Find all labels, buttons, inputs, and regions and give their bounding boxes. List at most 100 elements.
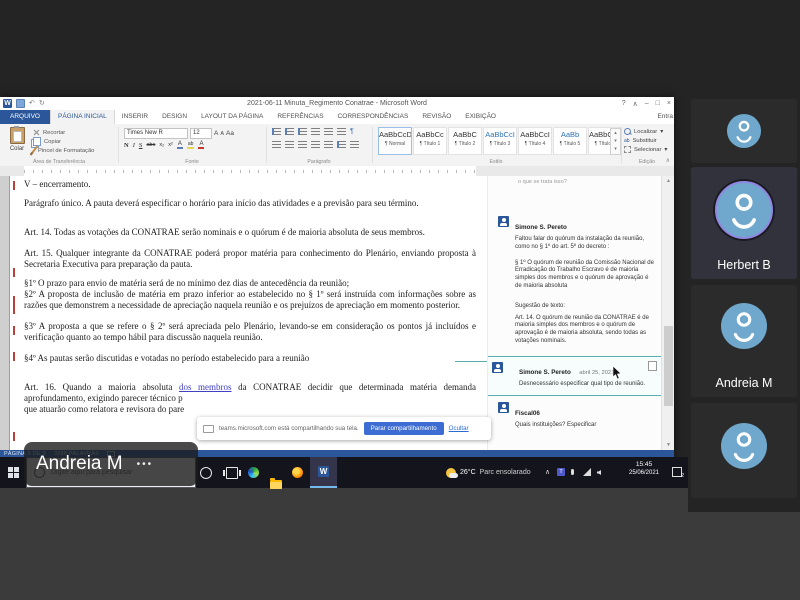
tracked-insertion: dos membros xyxy=(178,382,232,392)
increase-indent-icon[interactable] xyxy=(324,128,333,135)
comment-item[interactable]: Simone S. Pereto Faltou falar do quórum … xyxy=(498,216,656,346)
more-options-icon[interactable]: ••• xyxy=(137,459,154,470)
pilcrow-icon[interactable]: ¶ xyxy=(350,128,354,135)
edge-browser-icon[interactable] xyxy=(248,467,259,478)
participant-tile[interactable] xyxy=(691,403,797,498)
align-left-icon[interactable] xyxy=(272,141,281,148)
style-titulo-1[interactable]: AaBbCc ¶ Título 1 xyxy=(413,127,447,155)
comment-text: Faltou falar do quórum da instalação da … xyxy=(515,236,645,250)
tab-arquivo[interactable]: ARQUIVO xyxy=(0,110,50,124)
justify-icon[interactable] xyxy=(311,141,320,148)
hide-link[interactable]: Ocultar xyxy=(449,425,469,432)
font-group-label: Fonte xyxy=(185,159,199,165)
styles-gallery-scroll[interactable]: ▴ ▾ ▾ xyxy=(610,128,621,155)
document-text[interactable]: V – encerramento. Parágrafo único. A pau… xyxy=(24,179,476,425)
help-button[interactable]: ? xyxy=(622,100,626,107)
ribbon-options-button[interactable]: ∧ xyxy=(633,100,638,108)
style-titulo-4[interactable]: AaBbCcI ¶ Título 4 xyxy=(518,127,552,155)
participant-tile[interactable] xyxy=(691,99,797,163)
font-row: Times New R 12 A A Aa xyxy=(124,128,234,139)
tab-exibicao[interactable]: EXIBIÇÃO xyxy=(458,110,503,124)
cut-button[interactable]: Recortar xyxy=(33,128,94,137)
word-taskbar-icon[interactable]: W xyxy=(310,457,337,488)
tab-layout-da-pagina[interactable]: LAYOUT DA PÁGINA xyxy=(194,110,270,124)
signin-label[interactable]: Entra xyxy=(657,110,674,124)
font-family-select[interactable]: Times New R xyxy=(124,128,188,139)
task-view-button[interactable] xyxy=(223,467,241,479)
action-center-icon[interactable]: 2 xyxy=(672,467,684,479)
tab-pagina-inicial[interactable]: PÁGINA INICIAL xyxy=(49,110,115,124)
format-painter-button[interactable]: Pincel de Formatação xyxy=(29,145,94,156)
italic-button[interactable]: I xyxy=(133,142,135,149)
align-right-icon[interactable] xyxy=(298,141,307,148)
shrink-font-button[interactable]: A xyxy=(220,131,224,137)
underline-button[interactable]: S xyxy=(139,142,143,149)
tab-inserir[interactable]: INSERIR xyxy=(115,110,155,124)
comment-reply-icon[interactable] xyxy=(648,361,657,371)
comment-item[interactable]: Fiscal06 Quais instituições? Especificar xyxy=(498,402,656,430)
scroll-up-arrow[interactable]: ▲ xyxy=(662,176,674,186)
tab-design[interactable]: DESIGN xyxy=(155,110,194,124)
style-normal[interactable]: AaBbCcDc¶ Normal xyxy=(378,127,412,155)
bullet-list-icon[interactable] xyxy=(272,128,281,135)
grow-font-button[interactable]: A xyxy=(214,130,218,137)
paste-button[interactable]: Colar xyxy=(5,126,29,161)
microphone-tray-icon[interactable] xyxy=(571,469,574,475)
multilevel-list-icon[interactable] xyxy=(298,128,307,135)
font-size-select[interactable]: 12 xyxy=(190,128,212,139)
decrease-indent-icon[interactable] xyxy=(311,128,320,135)
teams-tray-icon[interactable]: T xyxy=(557,468,565,476)
line-spacing-icon[interactable] xyxy=(324,141,333,148)
file-explorer-icon[interactable] xyxy=(270,478,282,489)
select-button[interactable]: Selecionar ▾ xyxy=(624,145,667,154)
presenter-name-pill[interactable]: Andreia M ••• xyxy=(24,442,198,486)
collapse-ribbon-icon[interactable]: ∧ xyxy=(666,157,670,164)
minimize-button[interactable]: – xyxy=(645,100,649,107)
weather-condition: Parc ensolarado xyxy=(479,469,531,476)
borders-icon[interactable] xyxy=(350,141,359,148)
text-effects-button[interactable]: A xyxy=(176,141,183,149)
numbered-list-icon[interactable] xyxy=(285,128,294,135)
restore-button[interactable]: □ xyxy=(656,100,660,107)
tab-correspondencias[interactable]: CORRESPONDÊNCIAS xyxy=(331,110,416,124)
replace-button[interactable]: ab Substituir xyxy=(624,136,667,145)
close-button[interactable]: × xyxy=(667,100,671,107)
copy-button[interactable]: Copiar xyxy=(33,137,94,146)
taskbar-clock[interactable]: 15:45 25/06/2021 xyxy=(620,461,668,477)
scissors-icon xyxy=(33,129,40,136)
sort-icon[interactable] xyxy=(337,128,346,135)
shading-icon[interactable] xyxy=(337,141,346,148)
tracked-change-bar xyxy=(13,296,15,314)
participant-tile-speaking[interactable]: Herbert B xyxy=(691,167,797,279)
weather-widget[interactable]: 26°C Parc ensolarado xyxy=(446,457,531,488)
volume-tray-icon[interactable] xyxy=(597,470,601,475)
subscript-button[interactable]: x₂ xyxy=(159,142,164,148)
highlight-button[interactable]: ab xyxy=(186,141,195,149)
person-icon xyxy=(733,312,755,342)
start-button[interactable] xyxy=(8,467,19,478)
vertical-scrollbar[interactable]: ▲ ▼ xyxy=(661,176,674,450)
network-tray-icon[interactable] xyxy=(583,468,591,476)
comment-text: Art. 14. O quórum de reunião da CONATRAE… xyxy=(515,314,649,344)
strikethrough-button[interactable]: abc xyxy=(147,142,156,148)
find-button[interactable]: Localizar ▾ xyxy=(624,127,667,136)
style-titulo-3[interactable]: AaBbCcI ¶ Título 3 xyxy=(483,127,517,155)
paragraph: V – encerramento. xyxy=(24,179,91,189)
cortana-button[interactable] xyxy=(200,467,212,479)
scrollbar-thumb[interactable] xyxy=(664,326,673,406)
style-titulo-5[interactable]: AaBb ¶ Título 5 xyxy=(553,127,587,155)
tab-revisao[interactable]: REVISÃO xyxy=(415,110,458,124)
tab-referencias[interactable]: REFERÊNCIAS xyxy=(270,110,330,124)
scroll-down-arrow[interactable]: ▼ xyxy=(662,440,674,450)
participant-tile[interactable]: Andreia M xyxy=(691,285,797,397)
font-color-button[interactable]: A xyxy=(198,141,205,149)
superscript-button[interactable]: x² xyxy=(168,142,173,148)
comment-item-selected[interactable]: Simone S. Pereto abril 25, 2021 Desneces… xyxy=(488,356,662,396)
stop-sharing-button[interactable]: Parar compartilhamento xyxy=(363,422,444,435)
align-center-icon[interactable] xyxy=(285,141,294,148)
tray-overflow-chevron[interactable]: ∧ xyxy=(545,468,550,476)
style-titulo-2[interactable]: AaBbC ¶ Título 2 xyxy=(448,127,482,155)
firefox-icon[interactable] xyxy=(292,467,303,478)
bold-button[interactable]: N xyxy=(124,142,129,149)
change-case-button[interactable]: Aa xyxy=(226,130,234,137)
